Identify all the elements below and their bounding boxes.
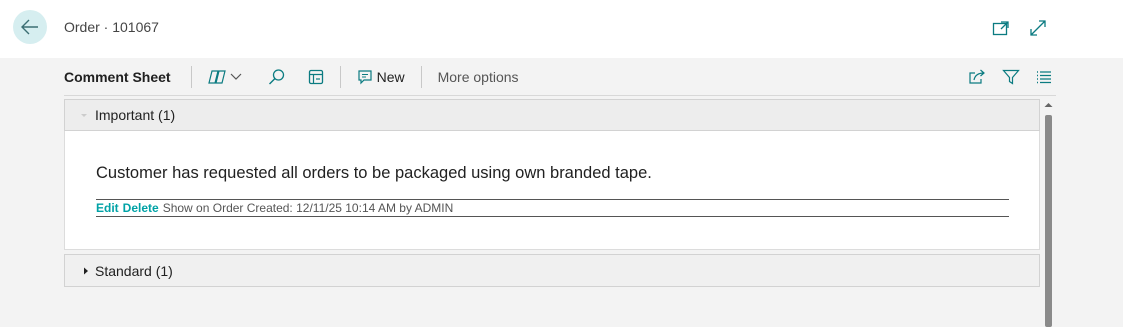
toolbar-divider [339, 66, 341, 88]
vertical-scrollbar[interactable] [1041, 98, 1056, 327]
filter-icon[interactable] [1002, 69, 1020, 85]
edit-list-icon [308, 69, 323, 85]
standard-section-title: Standard (1) [95, 262, 173, 279]
edit-list-button[interactable] [302, 64, 330, 90]
search-button[interactable] [262, 64, 292, 90]
standard-section-header[interactable]: Standard (1) [64, 254, 1040, 287]
page-title: Order · 101067 [64, 19, 159, 35]
important-section-body: Customer has requested all orders to be … [64, 131, 1040, 250]
more-options-button[interactable]: More options [432, 64, 525, 90]
toolbar-right-group [968, 69, 1056, 85]
open-in-new-window-icon[interactable] [991, 18, 1011, 38]
comment-text: Customer has requested all orders to be … [96, 164, 652, 182]
chevron-down-icon [230, 73, 242, 80]
comment-info: Show on Order Created: 12/11/25 10:14 AM… [162, 201, 454, 215]
page-header: Order · 101067 [0, 0, 1123, 58]
search-icon [268, 69, 284, 85]
back-button[interactable] [13, 10, 47, 44]
comment-divider-top [96, 199, 1009, 200]
comment-icon [357, 70, 372, 85]
list-view-icon[interactable] [1036, 70, 1052, 84]
important-section-title: Important (1) [95, 107, 176, 123]
toolbar-rule [64, 95, 1056, 96]
share-icon[interactable] [968, 69, 986, 85]
arrow-left-icon [21, 19, 38, 35]
new-button[interactable]: New [351, 64, 411, 90]
action-bar: Comment Sheet New More options [64, 63, 1056, 91]
caret-right-icon [84, 267, 88, 274]
expand-icon[interactable] [1028, 18, 1048, 38]
new-button-label: New [376, 69, 405, 85]
caret-down-icon [81, 114, 87, 117]
scrollbar-thumb[interactable] [1045, 115, 1052, 327]
comment-divider-bottom [96, 216, 1009, 217]
copilot-icon [207, 70, 226, 84]
important-section-header[interactable]: Important (1) [64, 99, 1040, 131]
comment-meta: Edit Delete Show on Order Created: 12/11… [96, 201, 453, 215]
toolbar-divider [420, 66, 422, 88]
comment-sheet-title: Comment Sheet [64, 69, 171, 85]
edit-comment-link[interactable]: Edit [96, 201, 119, 215]
scroll-up-arrow-icon[interactable] [1041, 100, 1056, 110]
delete-comment-link[interactable]: Delete [123, 201, 159, 215]
copilot-button[interactable] [202, 64, 248, 90]
more-options-label: More options [437, 69, 519, 85]
toolbar-divider [190, 66, 192, 88]
